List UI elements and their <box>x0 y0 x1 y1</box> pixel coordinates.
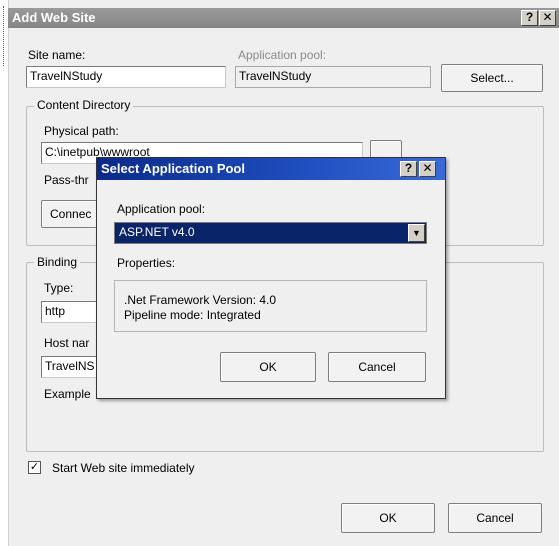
modal-titlebar: Select Application Pool ? ✕ <box>97 158 445 180</box>
select-app-pool-button[interactable]: Select... <box>441 64 543 92</box>
binding-type-label: Type: <box>44 281 74 295</box>
binding-type-select[interactable]: http <box>41 301 101 323</box>
modal-pool-label: Application pool: <box>117 202 206 216</box>
modal-close-icon[interactable]: ✕ <box>419 161 436 177</box>
cancel-button[interactable]: Cancel <box>448 503 542 533</box>
pass-through-label: Pass-thr <box>44 173 89 187</box>
chevron-down-icon[interactable]: ▼ <box>408 224 425 242</box>
site-name-label: Site name: <box>28 48 86 62</box>
app-pool-label: Application pool: <box>238 48 327 62</box>
dialog-titlebar: Add Web Site ? ✕ <box>8 8 559 28</box>
properties-box: .Net Framework Version: 4.0 Pipeline mod… <box>114 280 427 332</box>
dotted-edge <box>3 6 6 66</box>
physical-path-label: Physical path: <box>44 124 119 138</box>
host-name-input[interactable]: TravelNS <box>41 356 101 378</box>
example-label: Example <box>44 387 91 401</box>
site-name-input[interactable]: TravelNStudy <box>26 66 226 88</box>
ok-button[interactable]: OK <box>341 503 435 533</box>
modal-ok-button[interactable]: OK <box>220 352 316 382</box>
help-icon[interactable]: ? <box>521 10 538 26</box>
modal-help-icon[interactable]: ? <box>400 161 417 177</box>
app-pool-field: TravelNStudy <box>235 66 431 88</box>
close-icon[interactable]: ✕ <box>539 10 556 26</box>
framework-version-text: .Net Framework Version: 4.0 <box>124 293 277 307</box>
modal-title: Select Application Pool <box>101 161 245 176</box>
dialog-title: Add Web Site <box>12 10 96 25</box>
start-immediately-label: Start Web site immediately <box>52 461 195 475</box>
start-immediately-checkbox[interactable]: ✓ <box>28 461 41 474</box>
modal-cancel-button[interactable]: Cancel <box>328 352 426 382</box>
pipeline-mode-text: Pipeline mode: Integrated <box>124 308 261 322</box>
host-name-label: Host nar <box>44 336 90 350</box>
app-pool-dropdown[interactable]: ASP.NET v4.0 ▼ <box>114 222 427 244</box>
properties-label: Properties: <box>117 256 176 270</box>
app-pool-dropdown-value: ASP.NET v4.0 <box>119 225 195 239</box>
content-directory-legend: Content Directory <box>34 98 134 112</box>
binding-legend: Binding <box>34 255 81 269</box>
